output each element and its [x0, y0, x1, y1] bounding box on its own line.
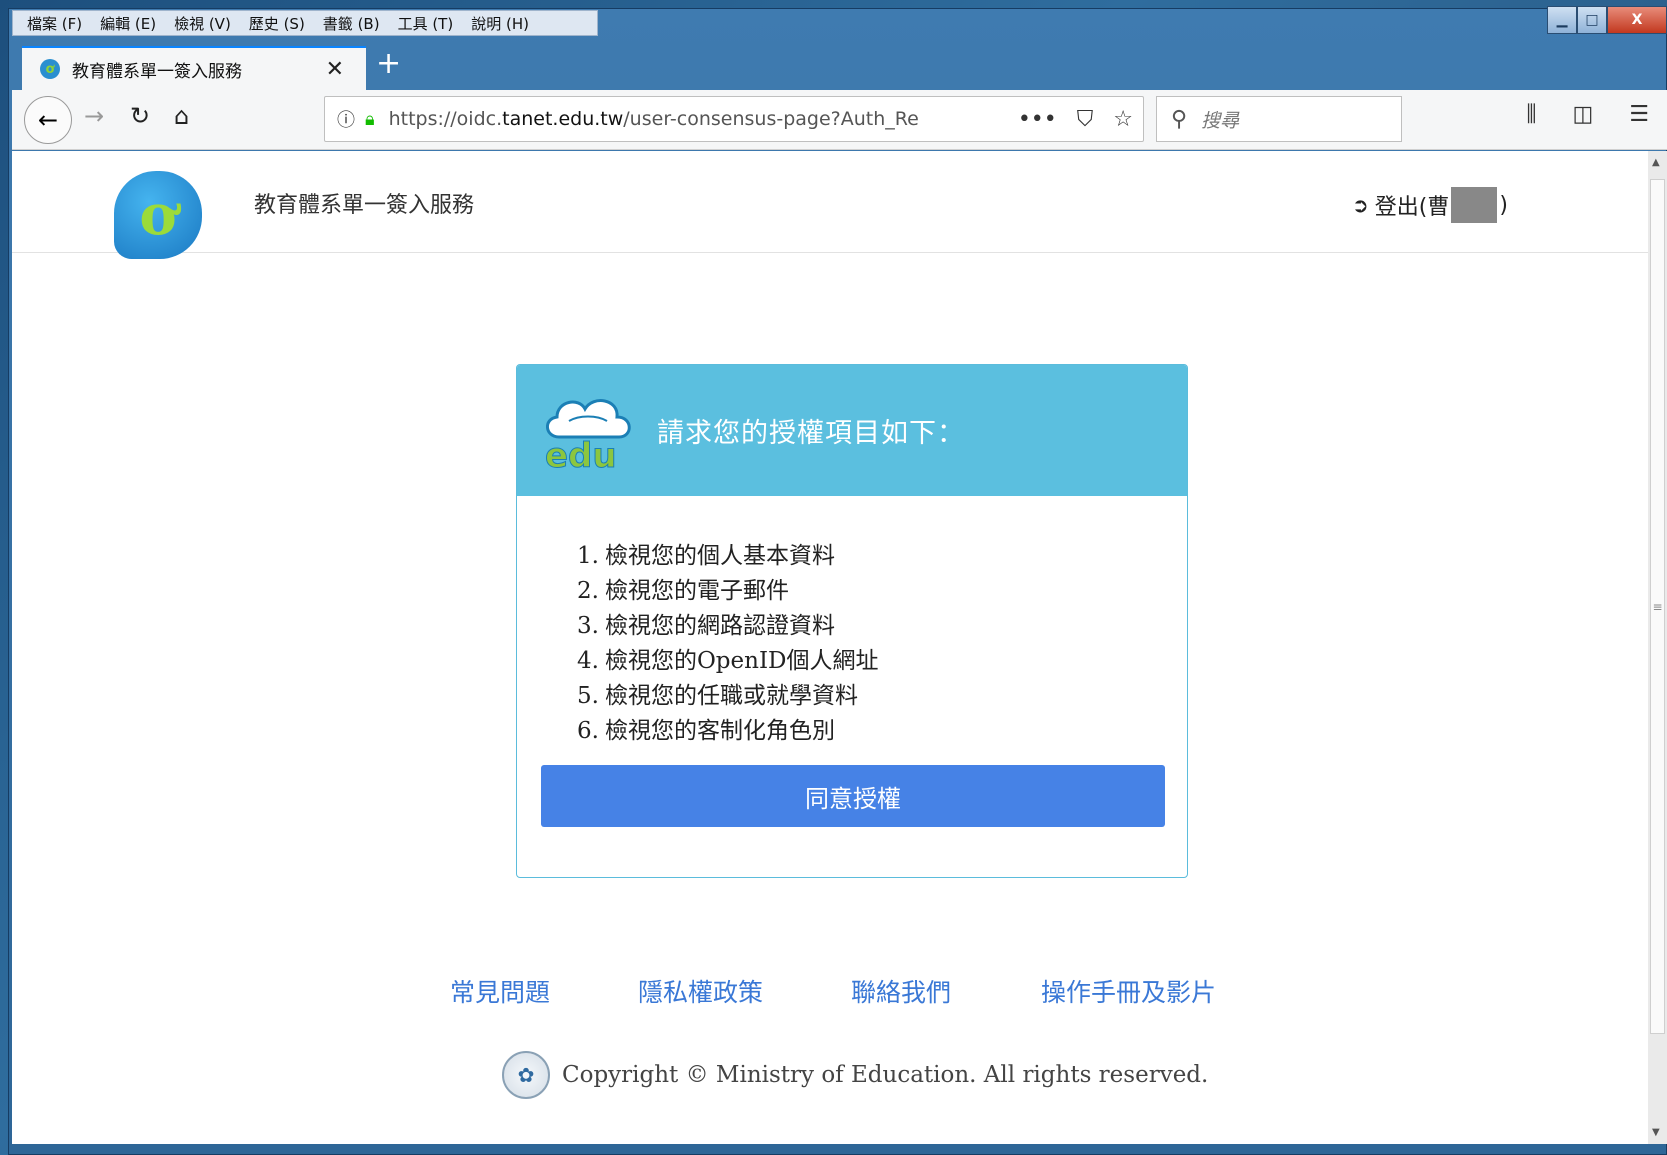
close-window-button[interactable]: X	[1607, 6, 1667, 34]
site-header: ơ 教育體系單一簽入服務 ➲ 登出(曹 )	[12, 151, 1648, 259]
menu-tools[interactable]: 工具 (T)	[398, 13, 454, 34]
authorization-card: edu 請求您的授權項目如下： 1. 檢視您的個人基本資料 2. 檢視您的電子郵件 …	[516, 364, 1188, 878]
close-tab-icon[interactable]: ✕	[326, 57, 344, 82]
logout-icon: ➲	[1352, 193, 1369, 217]
bookmark-star-icon[interactable]: ☆	[1113, 107, 1133, 132]
tab-active[interactable]: ơ 教育體系單一簽入服務 ✕	[22, 46, 366, 90]
list-item: 5. 檢視您的任職或就學資料	[577, 683, 858, 709]
list-item: 1. 檢視您的個人基本資料	[577, 543, 835, 569]
card-heading: 請求您的授權項目如下：	[657, 418, 965, 449]
url-path: /user-consensus-page?Auth_Re	[623, 108, 919, 130]
list-item: 2. 檢視您的電子郵件	[577, 578, 789, 604]
home-icon[interactable]: ⌂	[174, 102, 189, 130]
manual-videos-link[interactable]: 操作手冊及影片	[1041, 973, 1216, 1009]
search-icon: ⚲	[1171, 106, 1188, 132]
scroll-up-icon[interactable]: ▲	[1652, 157, 1660, 168]
site-favicon-icon: ơ	[40, 59, 60, 79]
back-icon[interactable]: ←	[24, 96, 72, 144]
logout-label-prefix: 登出(曹	[1374, 195, 1450, 220]
pocket-icon[interactable]: ⛉	[1077, 107, 1094, 132]
menu-history[interactable]: 歷史 (S)	[249, 13, 305, 34]
lock-icon[interactable]: 🔒︎	[365, 109, 375, 130]
page-viewport: ơ 教育體系單一簽入服務 ➲ 登出(曹 ) edu 請求您的授權項目如下： 1.…	[12, 151, 1648, 1144]
url-host: tanet.edu.tw	[502, 108, 624, 130]
card-header: edu 請求您的授權項目如下：	[517, 365, 1187, 496]
info-icon[interactable]: ⓘ	[337, 106, 355, 132]
navigation-bar: ← → ↻ ⌂ ⓘ 🔒︎ https://oidc. tanet.edu.tw/u…	[12, 90, 1667, 150]
minimize-button[interactable]: ▁	[1547, 6, 1577, 34]
menu-icon[interactable]: ☰	[1629, 102, 1649, 127]
scroll-down-icon[interactable]: ▼	[1652, 1127, 1660, 1138]
site-title: 教育體系單一簽入服務	[254, 193, 475, 218]
copyright-text: Copyright © Ministry of Education. All r…	[562, 1062, 1209, 1088]
site-logo-icon[interactable]: ơ	[114, 171, 202, 259]
faq-link[interactable]: 常見問題	[450, 973, 550, 1009]
list-item: 4. 檢視您的OpenID個人網址	[577, 648, 879, 674]
library-icon[interactable]: ⫼	[1526, 102, 1536, 127]
list-item: 3. 檢視您的網路認證資料	[577, 613, 835, 639]
menu-bar: 檔案 (F) 編輯 (E) 檢視 (V) 歷史 (S) 書籤 (B) 工具 (T…	[12, 10, 598, 36]
logout-link[interactable]: ➲ 登出(曹 )	[1352, 187, 1508, 223]
url-bar[interactable]: ⓘ 🔒︎ https://oidc. tanet.edu.tw/user-cons…	[324, 96, 1144, 142]
svg-text:edu: edu	[545, 436, 617, 471]
tab-title: 教育體系單一簽入服務	[72, 61, 242, 82]
more-icon[interactable]: •••	[1018, 107, 1057, 132]
menu-file[interactable]: 檔案 (F)	[27, 13, 82, 34]
url-prefix: https://oidc.	[388, 108, 503, 130]
privacy-policy-link[interactable]: 隱私權政策	[638, 973, 763, 1009]
tab-bar: ơ 教育體系單一簽入服務 ✕ +	[12, 44, 1667, 90]
search-placeholder: 搜尋	[1201, 109, 1240, 132]
permission-list: 1. 檢視您的個人基本資料 2. 檢視您的電子郵件 3. 檢視您的網路認證資料 4. 檢…	[577, 539, 878, 749]
forward-icon[interactable]: →	[84, 102, 104, 130]
copyright-notice: ✿ Copyright © Ministry of Education. All…	[502, 1051, 1208, 1099]
window-controls: ▁ □ X	[1547, 6, 1667, 34]
search-box[interactable]: ⚲ 搜尋	[1156, 96, 1402, 142]
menu-bookmarks[interactable]: 書籤 (B)	[323, 13, 380, 34]
menu-help[interactable]: 說明 (H)	[471, 13, 529, 34]
new-tab-button[interactable]: +	[376, 46, 401, 81]
url-tools: ••• ⛉ ☆	[1009, 106, 1133, 132]
sidebar-icon[interactable]: ◫	[1572, 102, 1593, 127]
menu-view[interactable]: 檢視 (V)	[174, 13, 231, 34]
edu-cloud-logo-icon: edu	[545, 399, 631, 471]
agree-authorize-button[interactable]: 同意授權	[541, 765, 1165, 827]
menu-edit[interactable]: 編輯 (E)	[100, 13, 156, 34]
vertical-scrollbar[interactable]: ▲ ≡ ▼	[1648, 151, 1667, 1144]
list-item: 6. 檢視您的客制化角色別	[577, 718, 835, 744]
reload-icon[interactable]: ↻	[130, 102, 150, 130]
redacted-name	[1451, 187, 1498, 223]
contact-us-link[interactable]: 聯絡我們	[851, 973, 951, 1009]
scrollbar-thumb[interactable]: ≡	[1650, 179, 1665, 1034]
logout-label-suffix: )	[1499, 192, 1508, 218]
toolbar-right: ⫼ ◫ ☰	[1526, 102, 1649, 127]
maximize-button[interactable]: □	[1577, 6, 1607, 34]
ministry-seal-icon: ✿	[502, 1051, 550, 1099]
